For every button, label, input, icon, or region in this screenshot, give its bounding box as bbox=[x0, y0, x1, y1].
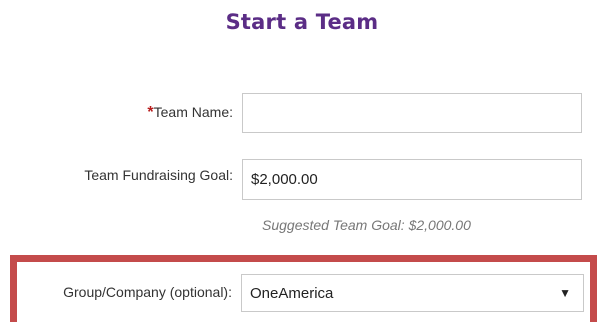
team-name-label: *Team Name: bbox=[147, 104, 233, 122]
group-company-label: Group/Company (optional): bbox=[63, 284, 232, 300]
chevron-down-icon: ▼ bbox=[559, 286, 571, 300]
group-company-select[interactable]: OneAmerica ▼ bbox=[241, 274, 584, 312]
group-company-selected-value: OneAmerica bbox=[250, 284, 334, 302]
fundraising-goal-label: Team Fundraising Goal: bbox=[84, 167, 233, 183]
team-name-label-text: Team Name: bbox=[153, 104, 233, 120]
suggested-goal-hint: Suggested Team Goal: $2,000.00 bbox=[262, 217, 471, 233]
team-name-input[interactable] bbox=[242, 93, 582, 133]
page-title: Start a Team bbox=[225, 10, 379, 34]
fundraising-goal-input[interactable] bbox=[242, 159, 582, 200]
